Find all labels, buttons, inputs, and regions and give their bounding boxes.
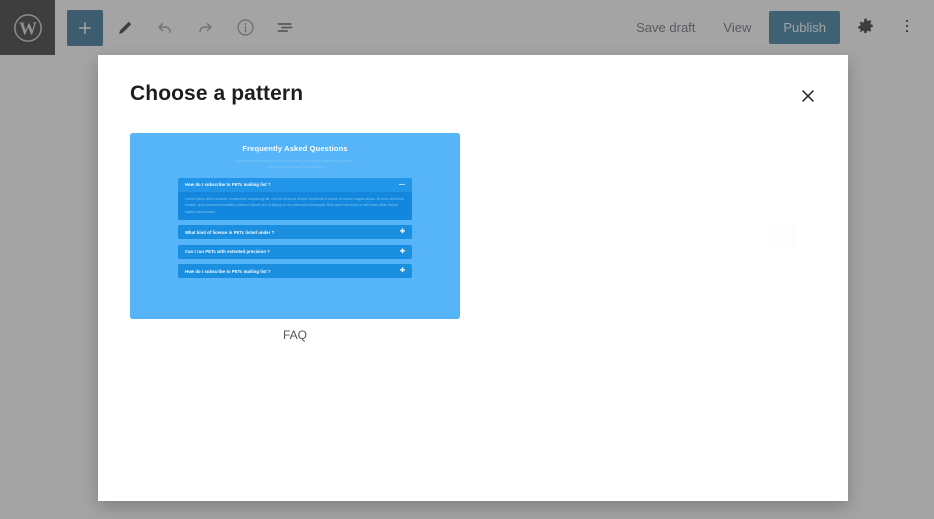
faq-heading: Frequently Asked Questions: [178, 144, 412, 153]
faq-question: How do I subscribe to PETc mailing list …: [185, 182, 271, 187]
modal-overlay[interactable]: Choose a pattern Frequently Asked Questi…: [0, 0, 934, 519]
faq-subtext: Lorem Ipsum is simply dummy text of the …: [178, 158, 412, 171]
faq-accordion-header[interactable]: Can I run PETc with extented precision ?…: [178, 245, 412, 259]
pattern-label: FAQ: [130, 319, 460, 342]
modal-body: Frequently Asked Questions Lorem Ipsum i…: [98, 133, 848, 342]
faq-accordion-item[interactable]: How do I subscribe to PETc mailing list …: [178, 264, 412, 278]
faq-subtext-line-2: Lorem Ipsum has been the industry's: [186, 164, 404, 170]
modal-header: Choose a pattern: [98, 55, 848, 133]
close-button[interactable]: [790, 79, 826, 115]
faq-accordion-header[interactable]: What kind of licence is PETc listed unde…: [178, 225, 412, 239]
modal-title: Choose a pattern: [130, 82, 303, 106]
faq-question: What kind of licence is PETc listed unde…: [185, 230, 274, 235]
faq-answer: Lorem ipsum dolor sit amet, consectetur …: [178, 192, 412, 220]
faq-accordion-header[interactable]: How do I subscribe to PETc mailing list …: [178, 178, 412, 192]
faq-accordion-list: How do I subscribe to PETc mailing list …: [178, 178, 412, 279]
faq-pattern: Frequently Asked Questions Lorem Ipsum i…: [130, 133, 460, 319]
choose-pattern-modal: Choose a pattern Frequently Asked Questi…: [98, 55, 848, 501]
faq-accordion-item[interactable]: Can I run PETc with extented precision ?…: [178, 245, 412, 259]
faq-question: Can I run PETc with extented precision ?: [185, 249, 270, 254]
faq-question: How do I subscribe to PETc mailing list …: [185, 269, 271, 274]
pattern-item-faq[interactable]: Frequently Asked Questions Lorem Ipsum i…: [130, 133, 460, 342]
faq-accordion-item[interactable]: What kind of licence is PETc listed unde…: [178, 225, 412, 239]
pattern-grid: Frequently Asked Questions Lorem Ipsum i…: [130, 133, 816, 342]
faq-accordion-header[interactable]: How do I subscribe to PETc mailing list …: [178, 264, 412, 278]
pattern-preview-faq[interactable]: Frequently Asked Questions Lorem Ipsum i…: [130, 133, 460, 319]
close-icon: [798, 86, 818, 109]
faq-accordion-item[interactable]: How do I subscribe to PETc mailing list …: [178, 178, 412, 220]
pattern-placeholder-tile: [770, 223, 796, 249]
